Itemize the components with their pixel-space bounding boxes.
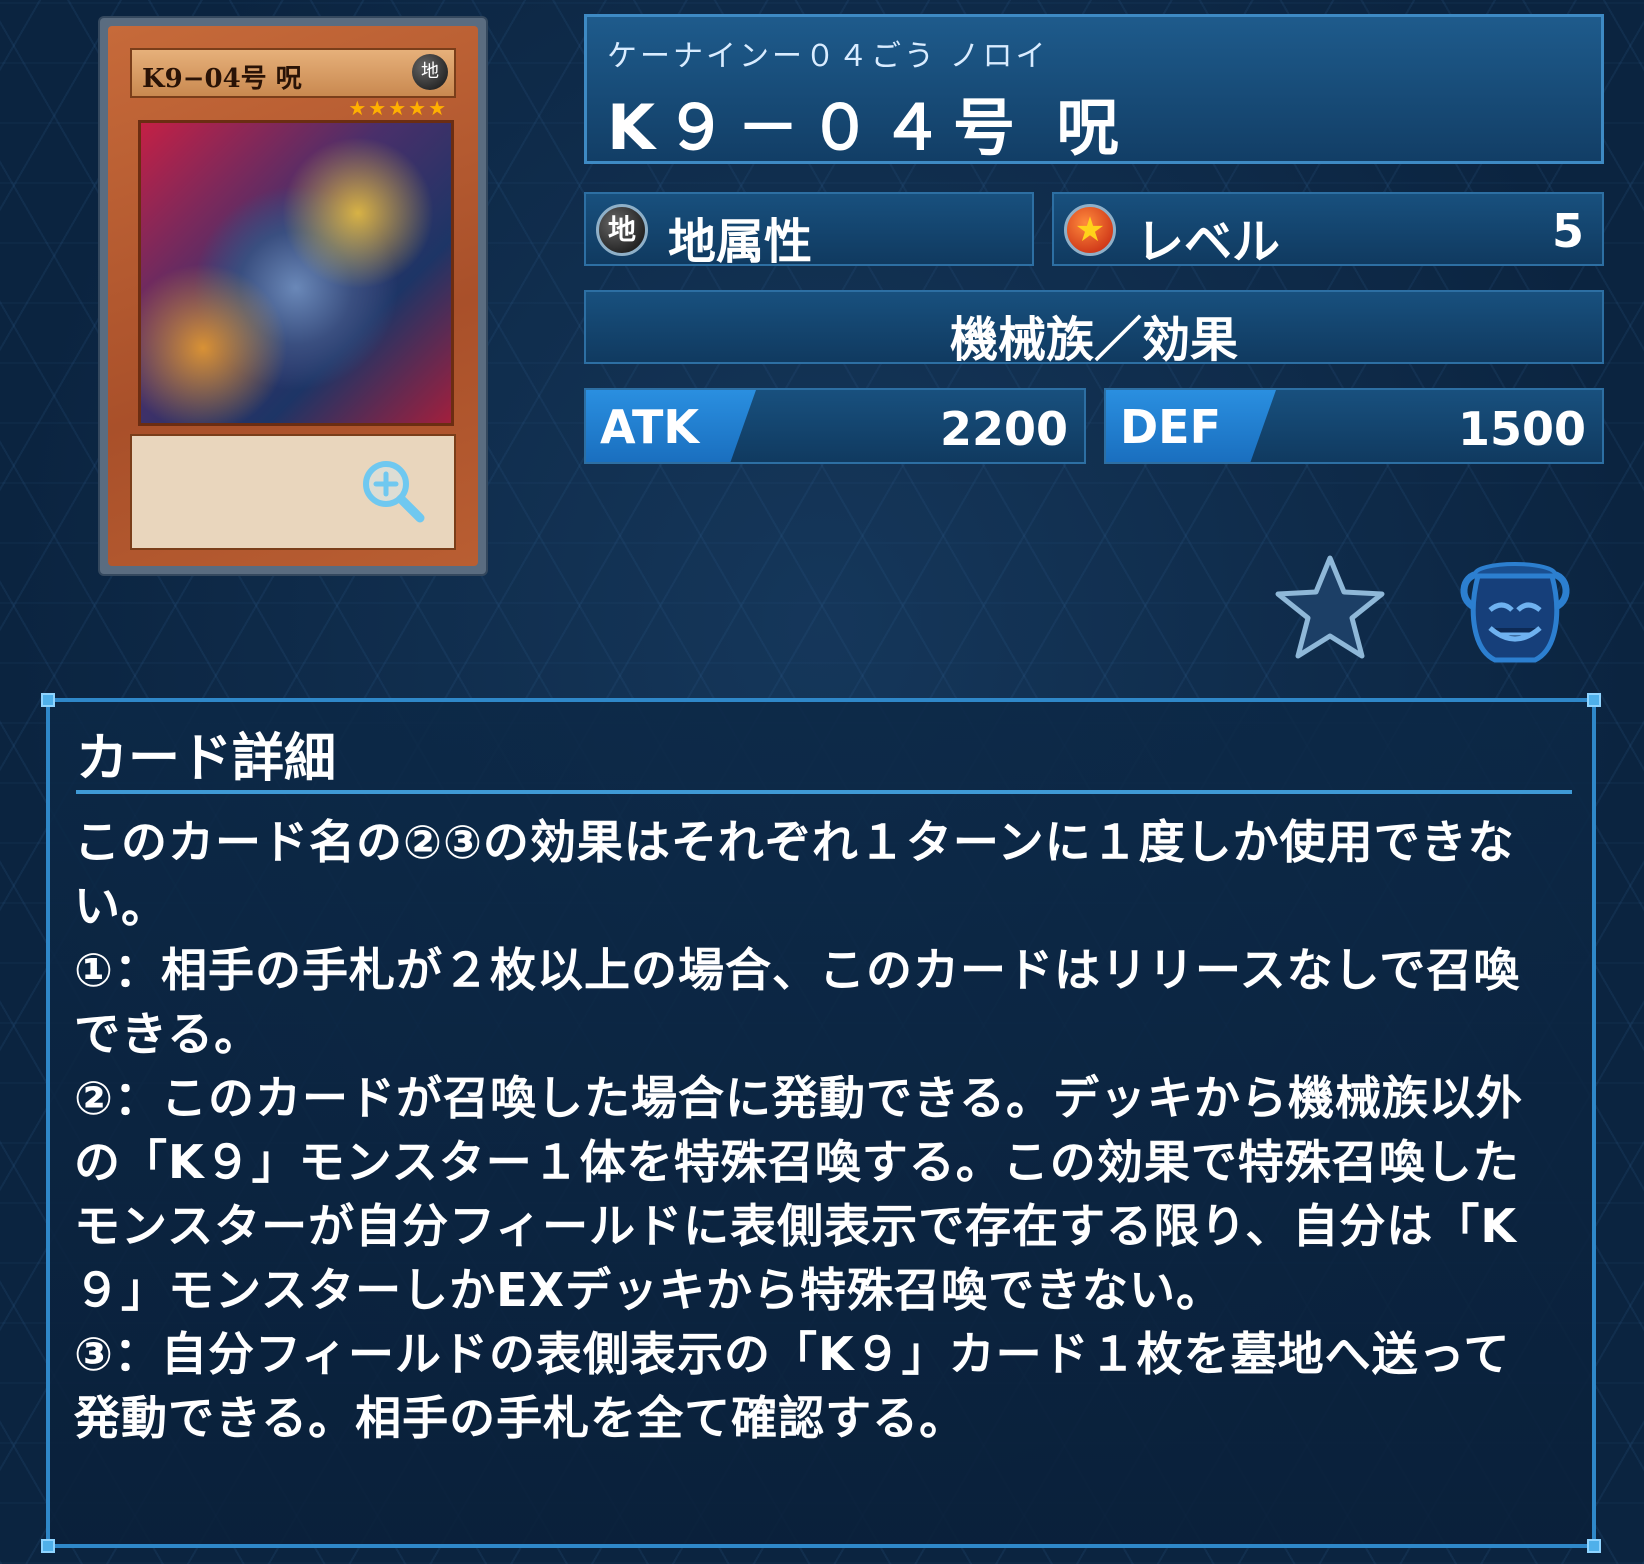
card-image-frame[interactable]: K9−04号 呪 地 ★★★★★ [100,18,486,574]
effect-line: ①：相手の手札が２枚以上の場合、このカードはリリースなしで召喚できる。 [74,943,1521,1061]
card-image-attribute-icon: 地 [412,54,448,90]
card-image-name: K9−04号 呪 [142,64,302,94]
level-label: レベル [1136,214,1281,270]
pot-of-greed-icon [1460,562,1570,663]
effect-line: このカード名の②③の効果はそれぞれ１ターンに１度しか使用できない。 [74,815,1515,933]
star-icon [1275,555,1385,659]
monster-type-box: 機械族／効果 [584,290,1604,368]
card-artwork [138,120,454,426]
panel-corner [41,1539,55,1553]
favorite-button[interactable] [1272,552,1388,664]
def-label: DEF [1120,400,1222,454]
card-image-level-stars: ★★★★★ [348,96,448,120]
panel-corner [1587,1539,1601,1553]
level-box: ★ レベル 5 [1052,192,1604,270]
card-image-name-box: K9−04号 呪 地 [130,48,456,98]
attribute-box: 地 地属性 [584,192,1034,270]
zoom-in-button[interactable] [358,456,428,526]
monster-type: 機械族／効果 [949,312,1238,368]
earth-attribute-icon: 地 [596,204,648,256]
def-value: 1500 [1457,402,1586,456]
card-name-reading: ケーナインー０４ごう ノロイ [607,39,1049,74]
card-name-title: K９－０４号 呪 [607,91,1129,164]
panel-corner [1587,693,1601,707]
atk-box: ATK 2200 [584,388,1086,464]
level-star-icon: ★ [1064,204,1116,256]
effect-line: ②：このカードが召喚した場合に発動できる。デッキから機械族以外の「K９」モンスタ… [74,1071,1524,1317]
card-title-box: ケーナインー０４ごう ノロイ K９－０４号 呪 [584,14,1604,164]
panel-corner [41,693,55,707]
level-value: 5 [1551,204,1584,258]
effect-line: ③：自分フィールドの表側表示の「K９」カード１枚を墓地へ送って発動できる。相手の… [74,1327,1511,1445]
atk-label: ATK [600,400,700,454]
def-box: DEF 1500 [1104,388,1604,464]
card-detail-panel: カード詳細 このカード名の②③の効果はそれぞれ１ターンに１度しか使用できない。 … [41,693,1601,1553]
card-detail-title: カード詳細 [76,729,337,789]
pot-button[interactable] [1450,554,1580,666]
card-image[interactable]: K9−04号 呪 地 ★★★★★ [108,26,478,566]
card-effect-text: このカード名の②③の効果はそれぞれ１ターンに１度しか使用できない。 ①：相手の手… [74,810,1524,1450]
title-underline [76,790,1572,794]
atk-value: 2200 [939,402,1068,456]
zoom-in-icon [363,461,425,523]
attribute-label: 地属性 [668,214,813,270]
